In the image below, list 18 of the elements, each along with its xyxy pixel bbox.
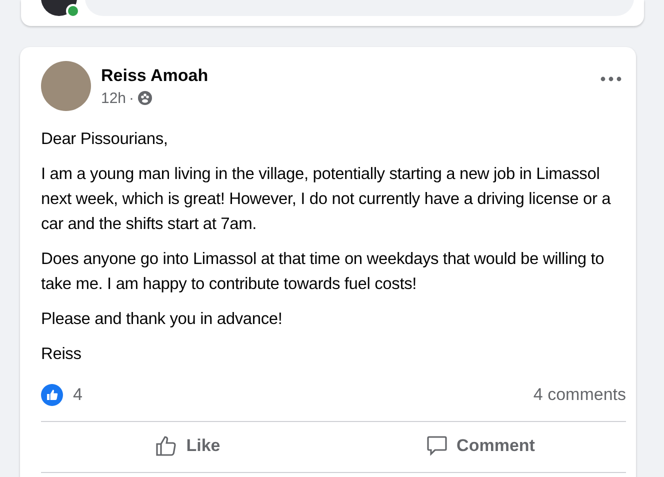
- comments-count-link[interactable]: 4 comments: [533, 385, 626, 405]
- comment-button[interactable]: Comment: [334, 426, 626, 466]
- post-paragraph: Please and thank you in advance!: [41, 309, 284, 330]
- reaction-count[interactable]: 4: [73, 385, 82, 405]
- post-paragraph: Does anyone go into Limassol at that time on weekdays that would be willing to take me. I am happy to contribute towards fuel costs!: [41, 249, 606, 295]
- post-paragraph: Reiss: [41, 344, 82, 365]
- post-time[interactable]: 12h: [101, 90, 126, 106]
- thumbs-up-icon: [154, 434, 178, 458]
- group-audience-icon: [137, 90, 154, 106]
- like-reaction-icon[interactable]: [41, 384, 63, 406]
- like-button[interactable]: Like: [41, 426, 334, 466]
- more-icon: [600, 76, 622, 82]
- separator-dot: ·: [129, 90, 134, 106]
- author-name[interactable]: Reiss Amoah: [101, 66, 586, 86]
- post-paragraph: I am a young man living in the village, potentially starting a new job in Limassol next week, which is great! However, I do not currently have a driving license or a car and the shifts start at 7am.: [41, 164, 612, 235]
- speech-bubble-icon: [424, 434, 449, 458]
- post-paragraph: Dear Pissourians,: [41, 129, 169, 150]
- avatar-placeholder: [41, 61, 91, 111]
